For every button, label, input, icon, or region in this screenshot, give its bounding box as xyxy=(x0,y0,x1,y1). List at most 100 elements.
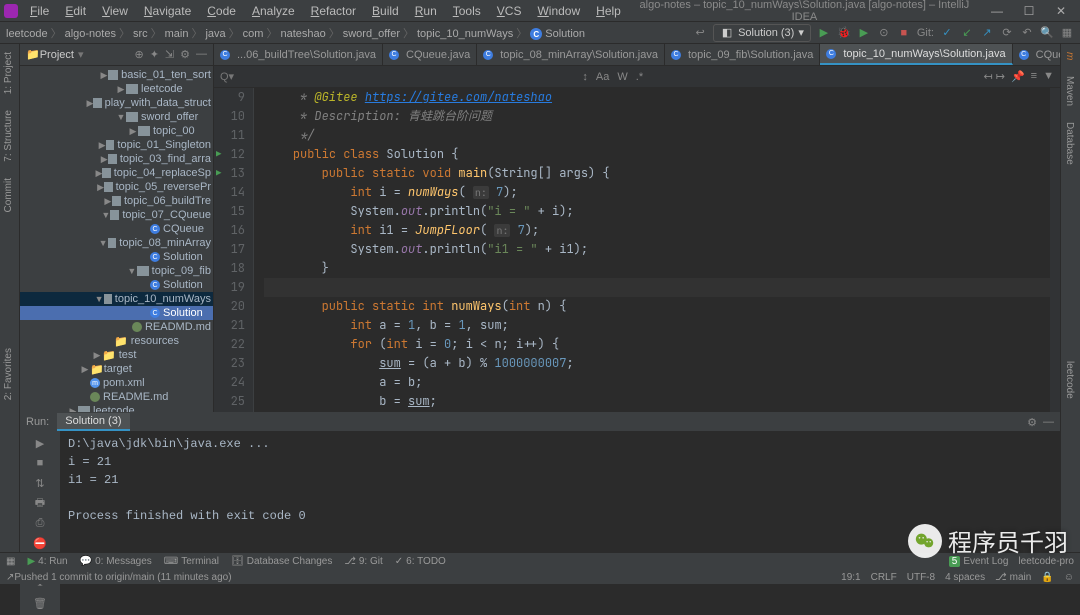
tool-db-changes[interactable]: 🗄Database Changes xyxy=(231,556,332,567)
tree-item[interactable]: ▶basic_01_ten_sort xyxy=(20,68,213,82)
tool-tab-favorites[interactable]: 2: Favorites xyxy=(0,340,17,408)
debug-button[interactable]: 🐞 xyxy=(837,26,851,40)
git-rollback-button[interactable]: ↶ xyxy=(1020,26,1034,40)
layout-button[interactable]: ⇅ xyxy=(32,475,48,491)
tree-item[interactable]: ▶topic_04_replaceSp xyxy=(20,166,213,180)
expand-icon[interactable]: ✦ xyxy=(150,48,159,61)
error-stripe[interactable] xyxy=(1050,88,1060,412)
menu-view[interactable]: View xyxy=(96,2,134,20)
search-icon[interactable]: Q▾ xyxy=(220,70,234,83)
crumb-com[interactable]: com xyxy=(243,28,281,40)
dump-button[interactable]: ⎙ xyxy=(32,515,48,531)
git-history-button[interactable]: ⟳ xyxy=(1000,26,1014,40)
exit-button[interactable]: ⛔ xyxy=(32,535,48,551)
tree-item[interactable]: ▼sword_offer xyxy=(20,110,213,124)
editor-tab[interactable]: Ctopic_08_minArray\Solution.java xyxy=(477,44,665,65)
menu-help[interactable]: Help xyxy=(590,2,627,20)
dropdown-icon[interactable]: ▾ xyxy=(78,48,84,61)
caret-position[interactable]: 19:1 xyxy=(841,572,860,583)
rerun-button[interactable]: ▶ xyxy=(32,435,48,451)
tree-item[interactable]: ▶play_with_data_struct xyxy=(20,96,213,110)
event-log[interactable]: 5Event Log xyxy=(949,556,1009,567)
editor-tab[interactable]: Ctopic_10_numWays\Solution.java xyxy=(820,44,1012,65)
profile-button[interactable]: ⊙ xyxy=(877,26,891,40)
settings-button[interactable]: ▦ xyxy=(1060,26,1074,40)
menu-build[interactable]: Build xyxy=(366,2,405,20)
tree-item[interactable]: CCQueue xyxy=(20,222,213,236)
editor-tab[interactable]: CCQueue.java xyxy=(383,44,477,65)
tool-git[interactable]: ⎇9: Git xyxy=(344,556,382,567)
coverage-button[interactable]: ▶ xyxy=(857,26,871,40)
words-icon[interactable]: W xyxy=(617,71,627,83)
filter-icon[interactable]: ▼ xyxy=(1043,70,1054,83)
tree-item[interactable]: ▶📁test xyxy=(20,348,213,362)
tree-item[interactable]: ▼topic_09_fib xyxy=(20,264,213,278)
git-commit-button[interactable]: ↙ xyxy=(960,26,974,40)
stop-button[interactable]: ■ xyxy=(897,26,911,40)
stop-run-button[interactable]: ■ xyxy=(32,455,48,471)
editor-gutter[interactable]: 91011▶12▶1314151617181920212223242526 xyxy=(214,88,254,412)
pin-icon[interactable]: 📌 xyxy=(1011,70,1025,83)
tree-item[interactable]: READMD.md xyxy=(20,320,213,334)
code-area[interactable]: * @Gitee https://gitee.com/nateshao * De… xyxy=(254,88,1060,412)
breadcrumb[interactable]: leetcodealgo-notessrcmainjavacomnateshao… xyxy=(6,25,585,41)
tool-tab-commit[interactable]: Commit xyxy=(0,170,17,220)
tree-item[interactable]: ▶leetcode xyxy=(20,404,213,412)
lock-icon[interactable]: 🔒 xyxy=(1041,572,1053,583)
tree-item[interactable]: CSolution xyxy=(20,306,213,320)
crumb-Solution[interactable]: C Solution xyxy=(530,28,585,40)
menu-file[interactable]: File xyxy=(24,2,55,20)
crumb-java[interactable]: java xyxy=(205,28,242,40)
menu-tools[interactable]: Tools xyxy=(447,2,487,20)
editor-tab[interactable]: Ctopic_09_fib\Solution.java xyxy=(665,44,820,65)
line-separator[interactable]: CRLF xyxy=(871,572,897,583)
menu-vcs[interactable]: VCS xyxy=(491,2,528,20)
crumb-main[interactable]: main xyxy=(165,28,206,40)
crumb-leetcode[interactable]: leetcode xyxy=(6,28,65,40)
minimize-button[interactable]: — xyxy=(982,4,1012,18)
crumb-sword_offer[interactable]: sword_offer xyxy=(343,28,417,40)
indent-info[interactable]: 4 spaces xyxy=(945,572,985,583)
tree-item[interactable]: README.md xyxy=(20,390,213,404)
editor-body[interactable]: 91011▶12▶1314151617181920212223242526 * … xyxy=(214,88,1060,412)
match-case-icon[interactable]: ↕ xyxy=(582,71,588,83)
run-settings-icon[interactable]: ⚙ xyxy=(1027,416,1037,429)
tree-item[interactable]: ▶topic_05_reversePr xyxy=(20,180,213,194)
run-output[interactable]: D:\java\jdk\bin\java.exe ... i = 21 i1 =… xyxy=(60,431,1060,615)
tool-tab-maven-m[interactable]: m xyxy=(1061,44,1078,68)
run-config-selector[interactable]: ◧ Solution (3) ▾ xyxy=(713,24,811,42)
tree-item[interactable]: ▶topic_06_buildTre xyxy=(20,194,213,208)
delete-button[interactable]: 🗑 xyxy=(32,595,48,611)
tool-terminal[interactable]: ⌨Terminal xyxy=(164,556,219,567)
menu-run[interactable]: Run xyxy=(409,2,443,20)
git-branch[interactable]: ⎇ main xyxy=(995,572,1031,583)
tool-run[interactable]: ▶4: Run xyxy=(27,556,67,567)
tool-todo[interactable]: ✓6: TODO xyxy=(395,556,446,567)
tree-item[interactable]: mpom.xml xyxy=(20,376,213,390)
run-hide-icon[interactable]: — xyxy=(1043,416,1054,429)
nav-icon[interactable]: ↤ ↦ xyxy=(983,70,1005,83)
inspections-icon[interactable]: ☺ xyxy=(1064,572,1074,583)
close-button[interactable]: ✕ xyxy=(1046,4,1076,18)
menu-analyze[interactable]: Analyze xyxy=(246,2,301,20)
tool-tab-maven[interactable]: Maven xyxy=(1061,68,1078,114)
tool-tab-leetcode[interactable]: leetcode xyxy=(1061,353,1078,407)
leetcode-pro[interactable]: leetcode-pro xyxy=(1018,556,1074,567)
editor-tab[interactable]: C...06_buildTree\Solution.java xyxy=(214,44,383,65)
crumb-algo-notes[interactable]: algo-notes xyxy=(65,28,133,40)
tree-item[interactable]: 📁resources xyxy=(20,334,213,348)
select-opened-icon[interactable]: ⊕ xyxy=(134,48,143,61)
tree-item[interactable]: CSolution xyxy=(20,250,213,264)
collapse-icon[interactable]: ⇲ xyxy=(165,48,174,61)
bottom-menu-icon[interactable]: ▦ xyxy=(6,556,15,567)
hide-icon[interactable]: — xyxy=(196,48,207,61)
menu-navigate[interactable]: Navigate xyxy=(138,2,197,20)
search-button[interactable]: 🔍 xyxy=(1040,26,1054,40)
settings-icon[interactable]: ⚙ xyxy=(180,48,190,61)
tree-item[interactable]: ▶leetcode xyxy=(20,82,213,96)
maximize-button[interactable]: ☐ xyxy=(1014,4,1044,18)
tree-item[interactable]: ▶topic_00 xyxy=(20,124,213,138)
tree-item[interactable]: CSolution xyxy=(20,278,213,292)
git-update-button[interactable]: ✓ xyxy=(940,26,954,40)
run-button[interactable]: ▶ xyxy=(817,26,831,40)
